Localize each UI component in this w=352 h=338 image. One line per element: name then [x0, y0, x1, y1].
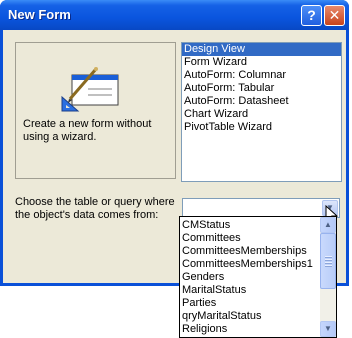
chevron-up-icon[interactable]: ▲ — [320, 217, 336, 233]
list-item[interactable]: Genders — [182, 271, 224, 284]
help-button[interactable]: ? — [301, 5, 322, 26]
source-dropdown-list[interactable]: CMStatus Committees CommitteesMembership… — [179, 216, 337, 338]
description-text: Create a new form without using a wizard… — [23, 118, 152, 143]
list-item-design-view[interactable]: Design View — [182, 43, 341, 56]
list-item-autoform-datasheet[interactable]: AutoForm: Datasheet — [182, 95, 341, 108]
list-item[interactable]: qryMaritalStatus — [182, 310, 261, 323]
source-combobox[interactable]: ▼ — [182, 198, 340, 218]
form-wizard-icon — [61, 67, 119, 112]
list-item-pivottable-wizard[interactable]: PivotTable Wizard — [182, 121, 341, 134]
dialog-title: New Form — [8, 7, 71, 22]
source-label: Choose the table or query where the obje… — [15, 196, 175, 221]
list-item[interactable]: Committees — [182, 232, 241, 245]
view-type-listbox[interactable]: Design View Form Wizard AutoForm: Column… — [181, 42, 342, 182]
list-item-autoform-columnar[interactable]: AutoForm: Columnar — [182, 69, 341, 82]
list-item[interactable]: MaritalStatus — [182, 284, 246, 297]
list-item[interactable]: CMStatus — [182, 219, 230, 232]
list-item[interactable]: Parties — [182, 297, 216, 310]
list-item[interactable]: CommitteesMemberships1 — [182, 258, 313, 271]
description-panel: Create a new form without using a wizard… — [15, 42, 176, 179]
chevron-down-icon[interactable]: ▼ — [320, 321, 336, 337]
list-item-autoform-tabular[interactable]: AutoForm: Tabular — [182, 82, 341, 95]
dropdown-scrollbar[interactable]: ▲ ▼ — [320, 217, 336, 337]
list-item-form-wizard[interactable]: Form Wizard — [182, 56, 341, 69]
list-item[interactable]: Religions — [182, 323, 227, 336]
list-item[interactable]: CommitteesMemberships — [182, 245, 307, 258]
close-button[interactable]: ✕ — [324, 5, 345, 26]
title-bar[interactable]: New Form ? ✕ — [0, 0, 349, 30]
list-item-chart-wizard[interactable]: Chart Wizard — [182, 108, 341, 121]
scrollbar-thumb[interactable] — [320, 233, 336, 289]
